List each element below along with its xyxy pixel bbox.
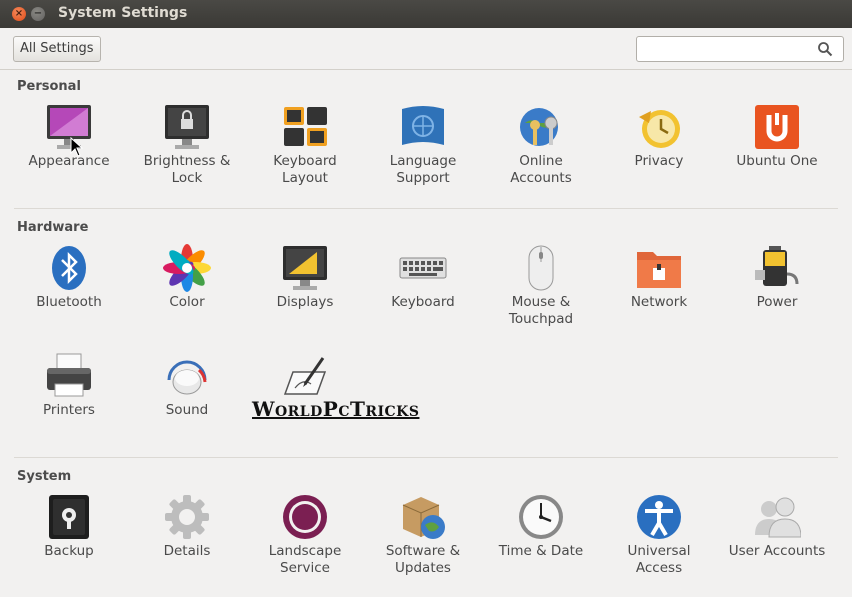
settings-item-backup[interactable]: Backup bbox=[10, 493, 128, 560]
settings-item-label: Universal Access bbox=[627, 543, 691, 576]
details-icon bbox=[163, 493, 211, 541]
settings-item-label: Keyboard bbox=[391, 294, 455, 310]
settings-item-privacy[interactable]: Privacy bbox=[600, 103, 718, 170]
network-icon bbox=[635, 244, 683, 292]
close-window-button[interactable]: × bbox=[12, 7, 26, 21]
settings-item-label: Backup bbox=[44, 543, 94, 559]
settings-item-software-updates[interactable]: Software & Updates bbox=[364, 493, 482, 577]
search-input[interactable] bbox=[641, 37, 815, 61]
language-support-icon bbox=[399, 103, 447, 151]
settings-item-label: Software & Updates bbox=[385, 543, 461, 576]
user-accounts-icon bbox=[753, 493, 802, 541]
sound-icon bbox=[163, 352, 211, 400]
search-icon bbox=[818, 42, 833, 57]
settings-item-bluetooth[interactable]: Bluetooth bbox=[10, 244, 128, 311]
settings-item-keyboard[interactable]: Keyboard bbox=[364, 244, 482, 311]
settings-item-label: User Accounts bbox=[728, 543, 826, 559]
keyboard-layout-icon bbox=[281, 103, 329, 151]
online-accounts-icon bbox=[517, 103, 565, 151]
section-system: System bbox=[17, 469, 72, 484]
settings-item-landscape-service[interactable]: Landscape Service bbox=[246, 493, 364, 577]
toolbar: All Settings bbox=[0, 28, 852, 70]
settings-item-label: Details bbox=[163, 543, 211, 559]
settings-item-label: Time & Date bbox=[498, 543, 584, 559]
settings-item-ubuntu-one[interactable]: Ubuntu One bbox=[718, 103, 836, 170]
settings-item-label: Privacy bbox=[634, 153, 684, 169]
settings-item-label: Language Support bbox=[389, 153, 457, 186]
settings-item-label: Landscape Service bbox=[268, 543, 342, 576]
settings-item-wacom-tablet[interactable] bbox=[246, 352, 364, 402]
section-hardware: Hardware bbox=[17, 220, 89, 235]
settings-item-label: Displays bbox=[276, 294, 334, 310]
settings-item-label: Mouse & Touchpad bbox=[508, 294, 574, 327]
settings-item-label: Power bbox=[756, 294, 798, 310]
settings-item-network[interactable]: Network bbox=[600, 244, 718, 311]
time-date-icon bbox=[517, 493, 565, 541]
printers-icon bbox=[45, 352, 93, 400]
backup-icon bbox=[45, 493, 93, 541]
settings-item-appearance[interactable]: Appearance bbox=[10, 103, 128, 170]
window-title: System Settings bbox=[58, 5, 188, 21]
software-updates-icon bbox=[399, 493, 447, 541]
settings-item-label: Keyboard Layout bbox=[273, 153, 337, 186]
settings-item-online-accounts[interactable]: Online Accounts bbox=[482, 103, 600, 187]
search-box[interactable] bbox=[636, 36, 844, 62]
settings-item-label: Color bbox=[169, 294, 205, 310]
settings-item-label: Sound bbox=[165, 402, 209, 418]
settings-item-mouse-touchpad[interactable]: Mouse & Touchpad bbox=[482, 244, 600, 328]
settings-item-label: Bluetooth bbox=[36, 294, 102, 310]
divider bbox=[14, 457, 838, 458]
landscape-service-icon bbox=[281, 493, 329, 541]
settings-item-label: Ubuntu One bbox=[736, 153, 818, 169]
mouse-cursor-icon bbox=[70, 137, 84, 157]
title-bar: × − System Settings bbox=[0, 0, 852, 28]
settings-item-power[interactable]: Power bbox=[718, 244, 836, 311]
bluetooth-icon bbox=[45, 244, 93, 292]
minimize-window-button[interactable]: − bbox=[31, 7, 45, 21]
power-icon bbox=[753, 244, 801, 292]
settings-item-label: Printers bbox=[43, 402, 95, 418]
color-icon bbox=[163, 244, 211, 292]
settings-item-color[interactable]: Color bbox=[128, 244, 246, 311]
settings-item-user-accounts[interactable]: User Accounts bbox=[718, 493, 836, 560]
settings-item-label: Appearance bbox=[28, 153, 110, 169]
settings-item-label: Online Accounts bbox=[510, 153, 572, 186]
brightness-lock-icon bbox=[163, 103, 211, 151]
keyboard-icon bbox=[399, 244, 447, 292]
divider bbox=[14, 208, 838, 209]
displays-icon bbox=[281, 244, 329, 292]
settings-item-keyboard-layout[interactable]: Keyboard Layout bbox=[246, 103, 364, 187]
ubuntu-one-icon bbox=[753, 103, 801, 151]
settings-item-brightness-lock[interactable]: Brightness & Lock bbox=[128, 103, 246, 187]
appearance-icon bbox=[45, 103, 93, 151]
settings-item-displays[interactable]: Displays bbox=[246, 244, 364, 311]
settings-item-sound[interactable]: Sound bbox=[128, 352, 246, 419]
universal-access-icon bbox=[635, 493, 683, 541]
settings-item-label: Brightness & Lock bbox=[143, 153, 231, 186]
settings-item-language-support[interactable]: Language Support bbox=[364, 103, 482, 187]
settings-item-universal-access[interactable]: Universal Access bbox=[600, 493, 718, 577]
mouse-touchpad-icon bbox=[517, 244, 565, 292]
watermark-text: WorldPcTricks bbox=[252, 397, 420, 421]
all-settings-button[interactable]: All Settings bbox=[13, 36, 101, 62]
settings-item-printers[interactable]: Printers bbox=[10, 352, 128, 419]
privacy-icon bbox=[635, 103, 683, 151]
settings-item-details[interactable]: Details bbox=[128, 493, 246, 560]
settings-item-time-date[interactable]: Time & Date bbox=[482, 493, 600, 560]
wacom-tablet-icon bbox=[281, 352, 329, 400]
section-personal: Personal bbox=[17, 79, 81, 94]
settings-item-label: Network bbox=[630, 294, 688, 310]
